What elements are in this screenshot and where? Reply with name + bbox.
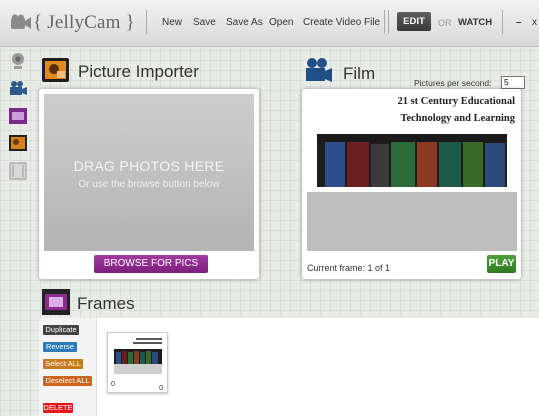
toolbar-divider	[388, 10, 389, 34]
watch-mode-button[interactable]: WATCH	[458, 17, 492, 28]
frame-thumbnail[interactable]: 0 0	[107, 332, 168, 393]
play-button[interactable]: PLAY	[487, 255, 516, 273]
new-button[interactable]: New	[162, 17, 182, 28]
importer-panel: DRAG PHOTOS HERE Or use the browse butto…	[39, 89, 259, 279]
edit-mode-button[interactable]: EDIT	[397, 12, 431, 31]
film-preview-bottom	[307, 192, 517, 251]
movie-camera-icon	[306, 58, 332, 82]
frames-icon[interactable]	[8, 107, 28, 125]
webcam-icon[interactable]	[8, 52, 28, 70]
importer-title: Picture Importer	[78, 62, 199, 81]
save-as-button[interactable]: Save As	[226, 17, 263, 28]
open-button[interactable]: Open	[269, 17, 293, 28]
film-title: Film	[343, 64, 376, 83]
picture-importer-icon[interactable]	[8, 134, 28, 152]
jellycam-logo-icon	[11, 14, 31, 29]
duplicate-button[interactable]: Duplicate	[43, 325, 79, 335]
pictures-per-second-input[interactable]: 5	[501, 76, 525, 89]
close-button[interactable]: x	[532, 17, 537, 28]
save-button[interactable]: Save	[193, 17, 216, 28]
film-panel: 21 st Century Educational Technology and…	[302, 89, 521, 279]
create-video-file-button[interactable]: Create Video File	[303, 17, 380, 28]
current-frame-label: Current frame: 1 of 1	[307, 263, 391, 273]
movie-camera-icon[interactable]	[8, 80, 28, 98]
books-photo	[317, 134, 507, 187]
app-title: { JellyCam }	[33, 12, 135, 33]
browse-for-pics-button[interactable]: BROWSE FOR PICS	[94, 255, 208, 273]
frames-title: Frames	[77, 294, 135, 313]
drop-zone-title: DRAG PHOTOS HERE	[73, 158, 225, 174]
drop-zone-subtitle: Or use the browse button below	[78, 179, 220, 190]
select-all-button[interactable]: Select ALL	[43, 359, 83, 369]
picture-importer-icon	[42, 58, 69, 82]
top-toolbar: { JellyCam } New Save Save As Open Creat…	[0, 0, 539, 47]
or-label: OR	[438, 18, 452, 28]
photo-drop-zone[interactable]: DRAG PHOTOS HERE Or use the browse butto…	[44, 94, 254, 251]
deselect-all-button[interactable]: Deselect ALL	[43, 376, 92, 386]
frame-number-label: 0	[159, 385, 163, 392]
preview-heading-line-2: Technology and Learning	[400, 113, 515, 124]
frames-icon	[42, 289, 70, 315]
toolbar-divider	[146, 10, 147, 34]
frame-index-label: 0	[111, 381, 115, 388]
minimize-button[interactable]: –	[516, 17, 522, 28]
preview-heading-line-1: 21 st Century Educational	[397, 96, 515, 107]
toolbar-divider	[384, 10, 385, 34]
film-preview: 21 st Century Educational Technology and…	[307, 94, 517, 251]
delete-button[interactable]: DELETE	[43, 403, 73, 413]
frame-thumbnail-image	[111, 336, 164, 376]
frames-button-column: Duplicate Reverse Select ALL Deselect AL…	[39, 318, 97, 416]
frames-area: Duplicate Reverse Select ALL Deselect AL…	[39, 318, 539, 416]
pictures-per-second-label: Pictures per second:	[414, 78, 492, 88]
reverse-button[interactable]: Reverse	[43, 342, 77, 352]
toolbar-divider	[502, 10, 503, 34]
film-strip-icon[interactable]	[8, 162, 28, 180]
